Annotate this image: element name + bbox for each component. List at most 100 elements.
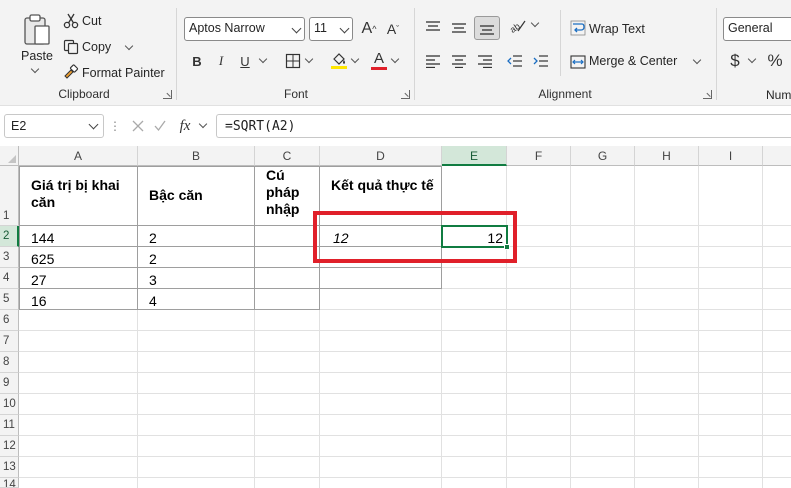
cell-b3[interactable]: 2 [149, 251, 157, 267]
currency-button[interactable]: $ [726, 50, 744, 72]
copy-icon[interactable] [62, 38, 80, 56]
wrap-text-icon[interactable] [568, 18, 588, 38]
chevron-down-icon [291, 23, 302, 34]
paste-icon[interactable] [20, 12, 54, 48]
column-header-b[interactable]: B [138, 146, 255, 166]
bold-button[interactable]: B [186, 50, 208, 72]
gridline [19, 330, 791, 331]
orientation-icon[interactable]: ab [506, 14, 528, 36]
clipboard-launcher-icon[interactable] [163, 90, 172, 99]
formula-input[interactable]: =SQRT(A2) [216, 114, 791, 138]
borders-icon[interactable] [282, 50, 304, 72]
cell-a5[interactable]: 16 [31, 293, 47, 309]
copy-button[interactable]: Copy [82, 40, 111, 54]
number-format-select[interactable]: General [723, 17, 791, 41]
align-right-icon[interactable] [474, 50, 496, 72]
alignment-group: ab Wrap Text Merge & Center Alignment [414, 0, 716, 104]
font-color-dropdown-icon[interactable] [390, 54, 400, 64]
decrease-indent-icon[interactable] [504, 50, 526, 72]
cancel-icon[interactable] [128, 116, 148, 136]
row-header-5[interactable]: 5 [0, 289, 19, 310]
insert-function-label: fx [179, 117, 191, 134]
align-middle-icon[interactable] [448, 16, 470, 38]
row-header-6[interactable]: 6 [0, 310, 19, 331]
cell-b5[interactable]: 4 [149, 293, 157, 309]
cut-button[interactable]: Cut [82, 14, 101, 28]
column-header-d[interactable]: D [320, 146, 442, 166]
gridline [19, 351, 791, 352]
cut-icon[interactable] [62, 12, 80, 30]
align-center-icon[interactable] [448, 50, 470, 72]
column-header-i[interactable]: I [699, 146, 763, 166]
select-all-button[interactable] [0, 146, 19, 166]
function-dropdown-icon[interactable] [198, 119, 208, 129]
row-header-12[interactable]: 12 [0, 436, 19, 457]
align-left-icon[interactable] [422, 50, 444, 72]
cell-b2[interactable]: 2 [149, 230, 157, 246]
fill-color-dropdown-icon[interactable] [350, 54, 360, 64]
wrap-text-button[interactable]: Wrap Text [589, 22, 645, 36]
row-header-4[interactable]: 4 [0, 268, 19, 289]
merge-center-button[interactable]: Merge & Center [589, 54, 677, 68]
cell-a2[interactable]: 144 [31, 230, 54, 246]
percent-button[interactable]: % [764, 50, 786, 72]
more-options-icon[interactable]: ⋮ [109, 118, 121, 134]
format-painter-button[interactable]: Format Painter [82, 66, 165, 80]
font-launcher-icon[interactable] [401, 90, 410, 99]
row-header-8[interactable]: 8 [0, 352, 19, 373]
row-header-9[interactable]: 9 [0, 373, 19, 394]
align-bottom-icon[interactable] [474, 16, 500, 40]
merge-center-dropdown-icon[interactable] [692, 55, 702, 65]
column-header-c[interactable]: C [255, 146, 320, 166]
format-painter-icon[interactable] [62, 63, 80, 81]
gridline [254, 166, 255, 488]
font-size-select[interactable]: 11 [309, 17, 353, 41]
increase-indent-icon[interactable] [530, 50, 552, 72]
row-header-11[interactable]: 11 [0, 415, 19, 436]
name-box[interactable]: E2 [4, 114, 104, 138]
orientation-dropdown-icon[interactable] [530, 18, 540, 28]
cell-b1[interactable]: Bậc căn [149, 187, 253, 204]
row-header-10[interactable]: 10 [0, 394, 19, 415]
row-header-1[interactable]: 1 [0, 166, 19, 226]
shrink-font-button[interactable]: Aˇ [382, 17, 404, 41]
column-header-f[interactable]: F [507, 146, 571, 166]
cell-a4[interactable]: 27 [31, 272, 47, 288]
merge-center-icon[interactable] [568, 52, 588, 72]
column-header-a[interactable]: A [19, 146, 138, 166]
worksheet-grid[interactable]: A B C D E F G H I 1 2 3 4 5 6 7 8 9 10 1… [0, 146, 791, 488]
copy-dropdown-icon[interactable] [124, 41, 134, 51]
underline-dropdown-icon[interactable] [258, 54, 268, 64]
align-top-icon[interactable] [422, 16, 444, 38]
column-header-h[interactable]: H [635, 146, 699, 166]
font-color-button[interactable]: A [368, 48, 390, 72]
font-name-select[interactable]: Aptos Narrow [184, 17, 305, 41]
grow-font-button[interactable]: A ^ [358, 17, 380, 41]
highlight-box [313, 211, 517, 263]
alignment-launcher-icon[interactable] [703, 90, 712, 99]
cell-d1[interactable]: Kết quả thực tế [331, 177, 439, 194]
row-header-3[interactable]: 3 [0, 247, 19, 268]
cell-a3[interactable]: 625 [31, 251, 54, 267]
cell-b4[interactable]: 3 [149, 272, 157, 288]
row-header-2[interactable]: 2 [0, 226, 19, 247]
row-header-14[interactable]: 14 [0, 478, 19, 488]
paste-button[interactable]: Paste [21, 49, 53, 63]
cell-a1[interactable]: Giá trị bị khai căn [31, 177, 136, 211]
fill-color-icon[interactable] [328, 48, 350, 72]
italic-button[interactable]: I [210, 50, 232, 72]
paste-dropdown-icon[interactable] [30, 64, 40, 74]
insert-function-button[interactable]: fx [174, 115, 196, 137]
row-header-13[interactable]: 13 [0, 457, 19, 478]
number-group: General $ % Num [716, 0, 791, 104]
column-header-j[interactable] [763, 146, 791, 166]
cell-c1[interactable]: Cú pháp nhập [266, 167, 318, 218]
underline-button[interactable]: U [234, 50, 256, 72]
row-header-7[interactable]: 7 [0, 331, 19, 352]
column-header-g[interactable]: G [571, 146, 635, 166]
enter-icon[interactable] [150, 116, 170, 136]
borders-dropdown-icon[interactable] [304, 54, 314, 64]
currency-dropdown-icon[interactable] [747, 54, 757, 64]
column-header-e[interactable]: E [442, 146, 507, 166]
shrink-font-icon: ˇ [396, 24, 400, 34]
